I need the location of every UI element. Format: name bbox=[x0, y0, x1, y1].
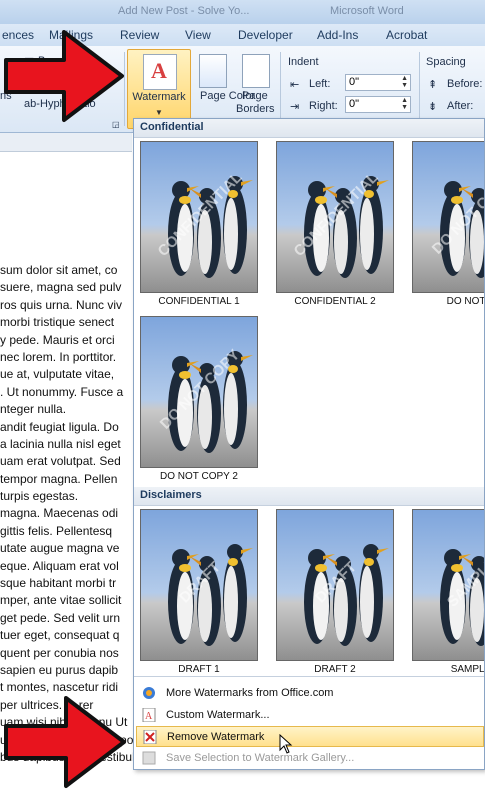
chevron-down-icon: ▼ bbox=[155, 108, 163, 117]
remove-watermark-icon bbox=[143, 730, 157, 744]
thumbnail-caption: DO NOT C bbox=[446, 296, 485, 307]
tab-add-ins[interactable]: Add-Ins bbox=[317, 28, 358, 42]
watermark-thumbnail[interactable]: DO NOT COPY bbox=[412, 141, 484, 293]
spacing-after-icon: ⇟ bbox=[428, 101, 438, 113]
spacing-title: Spacing bbox=[426, 56, 466, 68]
section-header-confidential: Confidential bbox=[134, 119, 484, 138]
thumbnail-caption: DRAFT 1 bbox=[178, 664, 220, 675]
thumbnail-caption: DO NOT COPY 2 bbox=[160, 471, 238, 482]
indent-left-input[interactable]: 0" ▲ ▼ bbox=[345, 74, 411, 91]
thumbnail-caption: SAMPLE bbox=[450, 664, 485, 675]
watermark-thumbnail[interactable]: CONFIDENTIAL bbox=[276, 141, 394, 293]
indent-title: Indent bbox=[288, 56, 319, 68]
watermark-button[interactable]: A Watermark ▼ bbox=[127, 49, 191, 129]
section-header-disclaimers: Disclaimers bbox=[134, 487, 484, 506]
svg-text:A: A bbox=[145, 711, 153, 722]
indent-right-label: Right: bbox=[309, 100, 338, 112]
indent-right-icon: ⇥ bbox=[290, 101, 300, 113]
watermark-thumbnail[interactable]: DRAFT bbox=[276, 509, 394, 661]
red-arrow-icon bbox=[4, 696, 126, 788]
ribbon-separator bbox=[419, 52, 420, 126]
thumbnail-caption: CONFIDENTIAL 2 bbox=[294, 296, 376, 307]
watermark-gallery: Confidential Disclaimers More Watermarks… bbox=[133, 118, 485, 770]
thumbnail-caption: CONFIDENTIAL 1 bbox=[158, 296, 240, 307]
tab-acrobat[interactable]: Acrobat bbox=[386, 28, 427, 42]
watermark-thumbnail[interactable]: CONFIDENTIAL bbox=[140, 141, 258, 293]
watermark-icon: A bbox=[143, 54, 177, 90]
app-title: Microsoft Word bbox=[330, 5, 404, 17]
watermark-thumbnail[interactable]: DRAFT bbox=[140, 509, 258, 661]
horizontal-ruler[interactable] bbox=[0, 133, 132, 152]
red-arrow-icon bbox=[4, 30, 124, 122]
thumbnail-caption: DRAFT 2 bbox=[314, 664, 356, 675]
watermark-label: Watermark bbox=[132, 91, 186, 103]
tab-view[interactable]: View bbox=[185, 28, 211, 42]
ribbon-separator bbox=[280, 52, 281, 126]
indent-right-input[interactable]: 0" ▲ ▼ bbox=[345, 96, 411, 113]
custom-watermark-icon: A bbox=[142, 708, 156, 722]
window-title: Add New Post - Solve Yo... bbox=[118, 5, 250, 17]
more-watermarks-menu-item[interactable]: More Watermarks from Office.com bbox=[136, 683, 484, 704]
save-gallery-icon bbox=[142, 751, 156, 765]
page-color-icon bbox=[199, 54, 227, 88]
mouse-cursor-icon bbox=[279, 734, 293, 754]
tab-developer[interactable]: Developer bbox=[238, 28, 293, 42]
spacing-before-label: Before: bbox=[447, 78, 483, 90]
spacing-before-icon: ⇞ bbox=[428, 79, 438, 91]
indent-left-label: Left: bbox=[309, 78, 331, 90]
page-borders-icon bbox=[242, 54, 270, 88]
page-borders-label-2[interactable]: Borders bbox=[236, 103, 275, 115]
menu-divider bbox=[134, 676, 484, 677]
spacing-after-label: After: bbox=[447, 100, 474, 112]
remove-watermark-menu-item[interactable]: Remove Watermark bbox=[136, 726, 484, 747]
custom-watermark-menu-item[interactable]: A Custom Watermark... bbox=[136, 705, 484, 726]
watermark-thumbnail[interactable]: DO NOT COPY bbox=[140, 316, 258, 468]
page-borders-label-1[interactable]: Page bbox=[242, 90, 268, 102]
office-globe-icon bbox=[143, 687, 155, 699]
indent-left-icon: ⇤ bbox=[290, 79, 300, 91]
watermark-thumbnail[interactable]: SAMPLE bbox=[412, 509, 484, 661]
save-selection-menu-item: Save Selection to Watermark Gallery... bbox=[136, 748, 484, 769]
